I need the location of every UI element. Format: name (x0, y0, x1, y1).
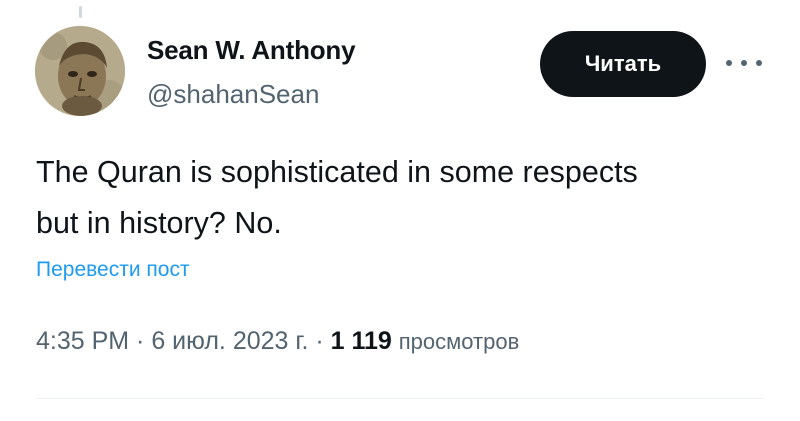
tweet-time[interactable]: 4:35 PM (36, 327, 129, 355)
views-label: просмотров (398, 329, 520, 354)
portrait-avatar-icon (35, 26, 125, 116)
avatar[interactable] (35, 26, 125, 116)
translate-post-link[interactable]: Перевести пост (36, 258, 190, 282)
meta-separator: · (129, 327, 152, 355)
meta-separator: · (308, 327, 331, 355)
divider (36, 398, 764, 399)
more-dot (741, 60, 747, 66)
follow-button[interactable]: Читать (540, 31, 706, 97)
tweet-text-line: The Quran is sophisticated in some respe… (36, 155, 638, 189)
author-display-name[interactable]: Sean W. Anthony (147, 35, 356, 66)
tweet-date[interactable]: 6 июл. 2023 г. (151, 327, 308, 355)
tweet-text-line: but in history? No. (36, 206, 282, 240)
more-icon[interactable] (726, 50, 762, 76)
more-dot (726, 60, 732, 66)
views-count: 1 119 (330, 327, 392, 355)
author-handle[interactable]: @shahanSean (147, 79, 319, 110)
more-dot (756, 60, 762, 66)
tweet-meta: 4:35 PM · 6 июл. 2023 г. · 1 119 просмот… (36, 327, 519, 356)
thread-connector-line (79, 6, 82, 18)
tweet-text: The Quran is sophisticated in some respe… (36, 147, 776, 249)
